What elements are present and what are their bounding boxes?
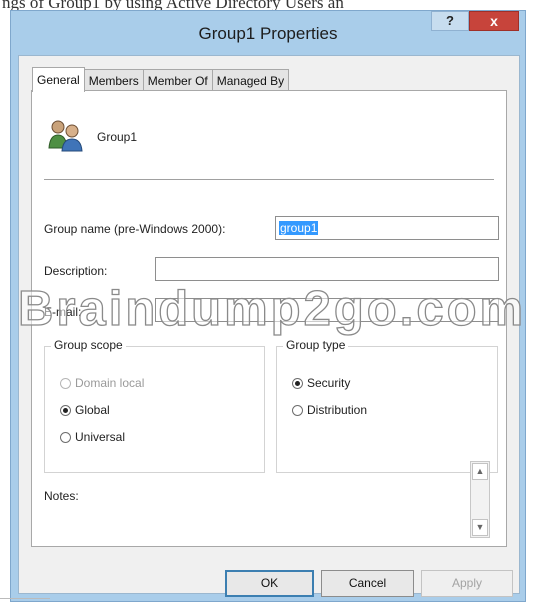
group-scope-title: Group scope	[51, 338, 126, 352]
group-type-title: Group type	[283, 338, 349, 352]
group-name-pre2000-value: group1	[279, 221, 319, 235]
apply-button[interactable]: Apply	[421, 570, 513, 597]
close-button[interactable]: x	[469, 11, 519, 31]
group-display-name: Group1	[97, 130, 138, 144]
general-tab-panel: Group1 Group name (pre-Windows 2000): gr…	[31, 90, 507, 547]
ok-button[interactable]: OK	[225, 570, 314, 597]
description-label: Description:	[44, 264, 108, 278]
radio-label: Global	[75, 403, 110, 417]
radio-label: Security	[307, 376, 351, 390]
background-caption-text: ngs of Group1 by using Active Directory …	[2, 0, 344, 10]
group-name-pre2000-field[interactable]: group1	[275, 216, 499, 240]
scope-universal-radio[interactable]: Universal	[60, 430, 125, 444]
tab-managed-by[interactable]: Managed By	[211, 69, 290, 91]
notes-label: Notes:	[44, 489, 79, 503]
radio-indicator	[60, 404, 71, 416]
type-distribution-radio[interactable]: Distribution	[292, 403, 367, 417]
scroll-up-icon[interactable]: ▲	[472, 463, 488, 480]
tab-members[interactable]: Members	[83, 69, 144, 91]
radio-indicator	[60, 377, 71, 389]
properties-dialog: Group1 Properties ? x General Members Me…	[10, 10, 526, 602]
help-button[interactable]: ?	[431, 11, 469, 31]
tab-member-of[interactable]: Member Of	[142, 69, 213, 91]
scroll-down-icon[interactable]: ▼	[472, 519, 488, 536]
title-bar[interactable]: Group1 Properties ? x	[11, 11, 525, 57]
notes-field[interactable]	[44, 507, 464, 537]
group-scope-box: Group scope Domain local Global Universa…	[44, 338, 265, 473]
tab-general[interactable]: General	[32, 67, 85, 92]
separator	[44, 179, 494, 180]
email-label: E-mail:	[44, 305, 82, 319]
radio-indicator	[60, 431, 71, 443]
background-edge	[0, 598, 50, 609]
scope-global-radio[interactable]: Global	[60, 403, 110, 417]
group-type-box: Group type Security Distribution	[276, 338, 498, 473]
dialog-client-area: General Members Member Of Managed By Gro…	[18, 55, 520, 597]
tab-strip: General Members Member Of Managed By	[32, 67, 290, 92]
group-users-icon	[48, 120, 83, 152]
radio-indicator	[292, 404, 303, 416]
notes-scrollbar[interactable]: ▲ ▼	[470, 461, 490, 538]
radio-label: Domain local	[75, 376, 145, 390]
radio-label: Distribution	[307, 403, 368, 417]
group-name-pre2000-label: Group name (pre-Windows 2000):	[44, 222, 226, 236]
radio-label: Universal	[75, 430, 126, 444]
radio-indicator	[292, 377, 303, 389]
email-field[interactable]	[155, 298, 499, 322]
scope-domain-local-radio[interactable]: Domain local	[60, 376, 144, 390]
cancel-button[interactable]: Cancel	[321, 570, 414, 597]
description-field[interactable]	[155, 257, 499, 281]
type-security-radio[interactable]: Security	[292, 376, 350, 390]
